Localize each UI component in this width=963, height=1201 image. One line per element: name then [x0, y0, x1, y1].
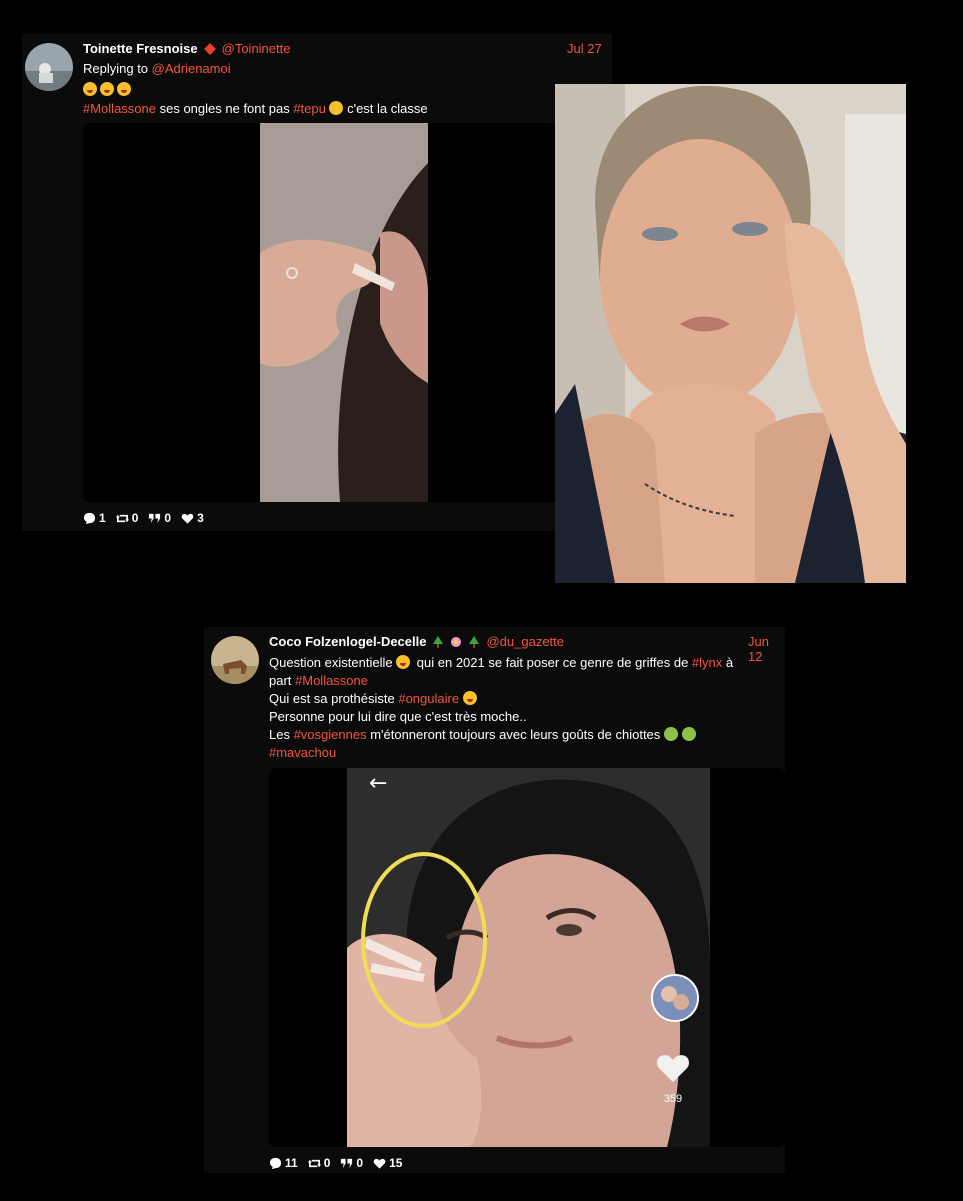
retweet-count: 0 — [131, 511, 139, 525]
highlight-circle — [361, 852, 487, 1028]
video-like-button[interactable]: 359 — [653, 1050, 693, 1105]
tweet-date[interactable]: Jul 27 — [567, 41, 602, 56]
avatar[interactable] — [211, 636, 259, 684]
tweet-media[interactable] — [83, 123, 612, 502]
tweet-line: Qui est sa prothésiste #ongulaire — [269, 690, 781, 708]
tweet-media[interactable]: ← 359 — [269, 768, 785, 1147]
tree-icon — [433, 635, 444, 648]
heart-icon — [181, 513, 194, 524]
author-row: Coco Folzenlogel-Decelle @du_gazette — [269, 634, 564, 649]
reply-button[interactable]: 1 — [83, 511, 106, 525]
vomit-emoji-icon — [663, 727, 678, 741]
reply-handle-link[interactable]: @Adrienamoi — [152, 61, 231, 76]
tweet-body: #Mollassone ses ongles ne font pas #tepu… — [83, 100, 428, 118]
flushed-emoji-icon — [462, 691, 477, 705]
reply-line: Replying to @Adrienamoi — [83, 60, 231, 78]
quote-count: 0 — [164, 511, 172, 525]
smirk-emoji-icon — [396, 655, 411, 669]
like-count: 3 — [197, 511, 204, 525]
like-count: 15 — [389, 1156, 403, 1170]
hashtag-link[interactable]: #Mollassone — [83, 101, 156, 116]
tongue-emoji-icon — [83, 82, 97, 96]
quote-icon — [341, 1158, 353, 1168]
tweet-text: ses ongles ne font pas — [156, 101, 294, 116]
reply-count: 11 — [285, 1156, 298, 1170]
like-button[interactable]: 3 — [181, 511, 204, 525]
diamond-icon — [203, 42, 216, 55]
creator-avatar[interactable] — [651, 974, 699, 1022]
hashtag-link[interactable]: #ongulaire — [398, 691, 459, 706]
hashtag-link[interactable]: #mavachou — [269, 745, 336, 760]
reply-button[interactable]: 11 — [269, 1156, 298, 1170]
tweet-stats: 11 0 0 15 — [269, 1156, 402, 1170]
comment-icon — [83, 512, 96, 524]
hashtag-link[interactable]: #vosgiennes — [294, 727, 367, 742]
reply-count: 1 — [99, 511, 106, 525]
heart-icon — [656, 1055, 690, 1083]
tweet-body: Question existentielle qui en 2021 se fa… — [269, 654, 781, 762]
tweet-text: Qui est sa prothésiste — [269, 691, 399, 706]
tweet-text: qui en 2021 se fait poser ce genre de gr… — [413, 655, 692, 670]
flower-icon — [451, 636, 462, 647]
author-handle[interactable]: @du_gazette — [486, 634, 564, 649]
tweet-stats: 1 0 0 3 — [83, 511, 204, 525]
tweet-text: Question existentielle — [269, 655, 397, 670]
video-like-count: 359 — [663, 1093, 683, 1105]
tweet-text: m'étonneront toujours avec leurs goûts d… — [366, 727, 664, 742]
tree-icon — [469, 635, 480, 648]
avatar[interactable] — [25, 43, 73, 91]
author-name[interactable]: Coco Folzenlogel-Decelle — [269, 634, 426, 649]
retweet-icon — [307, 1159, 321, 1167]
quote-button[interactable]: 0 — [148, 511, 171, 525]
tweet-line: Les #vosgiennes m'étonneront toujours av… — [269, 726, 781, 744]
tweet-line: part #Mollassone — [269, 672, 781, 690]
tongue-emoji-icon — [100, 82, 114, 96]
tweet-line: #mavachou — [269, 744, 781, 762]
tweet-card-1: Toinette Fresnoise @Toininette Jul 27 Re… — [22, 34, 612, 531]
tongue-emoji-icon — [117, 82, 131, 96]
video-frame-image — [260, 123, 428, 502]
hashtag-link[interactable]: #tepu — [293, 101, 326, 116]
emoji-line — [83, 81, 134, 99]
hashtag-link[interactable]: #Mollassone — [295, 673, 368, 688]
hashtag-link[interactable]: #lynx — [692, 655, 722, 670]
author-handle[interactable]: @Toininette — [222, 41, 291, 56]
retweet-count: 0 — [323, 1156, 331, 1170]
retweet-button[interactable]: 0 — [115, 511, 139, 525]
back-arrow-icon[interactable]: ← — [369, 771, 387, 796]
quote-count: 0 — [356, 1156, 364, 1170]
author-name[interactable]: Toinette Fresnoise — [83, 41, 198, 56]
like-button[interactable]: 15 — [373, 1156, 402, 1170]
tweet-line: Question existentielle qui en 2021 se fa… — [269, 654, 781, 672]
tweet-card-2: Coco Folzenlogel-Decelle @du_gazette Jun… — [204, 627, 785, 1173]
quote-button[interactable]: 0 — [340, 1156, 363, 1170]
vomit-emoji-icon — [681, 727, 696, 741]
quote-icon — [149, 513, 161, 523]
scream-emoji-icon — [329, 101, 344, 115]
reply-prefix: Replying to — [83, 61, 149, 76]
tweet-text: à — [722, 655, 734, 670]
tweet-line: Personne pour lui dire que c'est très mo… — [269, 709, 527, 724]
tweet-text: part — [269, 673, 296, 688]
comment-icon — [269, 1157, 282, 1169]
author-row: Toinette Fresnoise @Toininette — [83, 41, 290, 56]
retweet-icon — [115, 514, 129, 522]
tweet-text: Les — [269, 727, 294, 742]
tweet-text: c'est la classe — [343, 101, 428, 116]
retweet-button[interactable]: 0 — [307, 1156, 331, 1170]
heart-icon — [373, 1158, 386, 1169]
overlay-photo — [555, 84, 906, 583]
portrait-photo-image — [555, 84, 906, 583]
